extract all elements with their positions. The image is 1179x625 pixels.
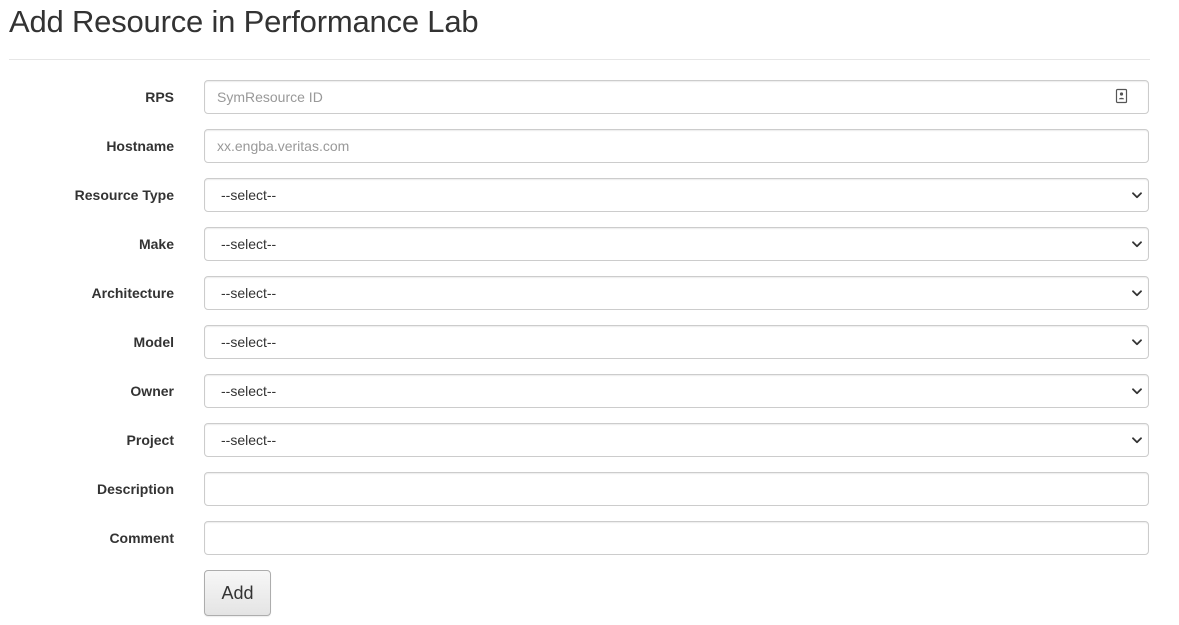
model-select[interactable]: --select-- <box>204 325 1149 359</box>
description-input[interactable] <box>204 472 1149 506</box>
owner-selected: --select-- <box>221 383 277 399</box>
page-title: Add Resource in Performance Lab <box>9 4 479 39</box>
add-button[interactable]: Add <box>204 570 271 616</box>
owner-select[interactable]: --select-- <box>204 374 1149 408</box>
form-row-model: Model --select-- <box>0 325 1179 359</box>
comment-input[interactable] <box>204 521 1149 555</box>
resource-type-selected: --select-- <box>221 187 277 203</box>
project-select[interactable]: --select-- <box>204 423 1149 457</box>
resource-type-select[interactable]: --select-- <box>204 178 1149 212</box>
hostname-input[interactable] <box>204 129 1149 163</box>
title-divider <box>9 59 1150 60</box>
form-row-resource-type: Resource Type --select-- <box>0 178 1179 212</box>
chevron-down-icon <box>1130 375 1144 407</box>
chevron-down-icon <box>1130 277 1144 309</box>
owner-label: Owner <box>130 383 174 399</box>
hostname-label: Hostname <box>106 138 174 154</box>
project-selected: --select-- <box>221 432 277 448</box>
model-label: Model <box>133 334 174 350</box>
chevron-down-icon <box>1130 228 1144 260</box>
make-selected: --select-- <box>221 236 277 252</box>
form-row-make: Make --select-- <box>0 227 1179 261</box>
description-label: Description <box>96 481 174 497</box>
form-row-owner: Owner --select-- <box>0 374 1179 408</box>
model-selected: --select-- <box>221 334 277 350</box>
form-row-hostname: Hostname <box>0 129 1179 163</box>
make-select[interactable]: --select-- <box>204 227 1149 261</box>
architecture-select[interactable]: --select-- <box>204 276 1149 310</box>
rps-input[interactable] <box>204 80 1149 114</box>
architecture-selected: --select-- <box>221 285 277 301</box>
resource-type-label: Resource Type <box>74 187 174 203</box>
contact-card-icon[interactable] <box>1115 88 1129 104</box>
chevron-down-icon <box>1130 179 1144 211</box>
comment-label: Comment <box>109 530 174 546</box>
form-row-comment: Comment <box>0 521 1179 555</box>
form-row-architecture: Architecture --select-- <box>0 276 1179 310</box>
architecture-label: Architecture <box>91 285 174 301</box>
form-row-description: Description <box>0 472 1179 506</box>
form-row-rps: RPS <box>0 80 1179 114</box>
make-label: Make <box>138 236 174 252</box>
chevron-down-icon <box>1130 326 1144 358</box>
rps-label: RPS <box>145 89 174 105</box>
form-row-project: Project --select-- <box>0 423 1179 457</box>
project-label: Project <box>126 432 174 448</box>
chevron-down-icon <box>1130 424 1144 456</box>
